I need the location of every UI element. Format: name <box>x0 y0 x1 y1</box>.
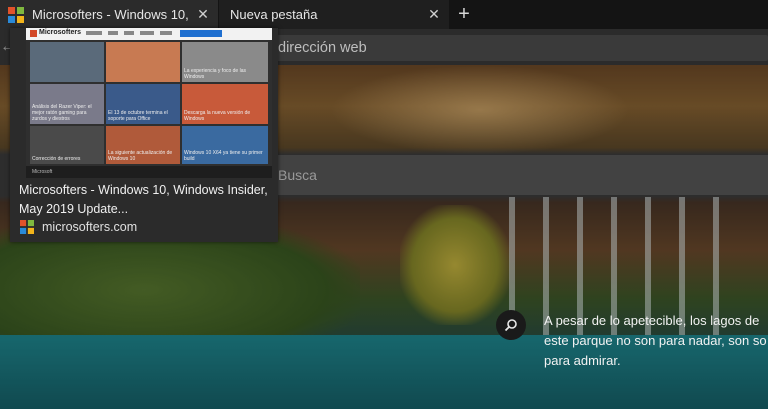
caption-line: para admirar. <box>544 353 621 368</box>
search-glyph <box>504 319 517 332</box>
thumb-logo-text: Microsofters <box>39 29 82 36</box>
thumb-card-text: Corrección de errores <box>32 156 81 162</box>
tab-nueva-pestana[interactable]: Nueva pestaña ✕ <box>219 0 449 29</box>
thumb-logo: Microsofters <box>30 29 81 38</box>
tab-preview-thumbnail: Microsofters La experiencia y foco de la… <box>26 28 272 178</box>
thumb-card-text: Descarga la nueva versión de Windows <box>184 110 251 122</box>
thumb-nav <box>160 31 172 35</box>
thumb-card: El 13 de octubre termina el soporte para… <box>106 84 180 124</box>
thumb-card-text: La siguiente actualización de Windows 10 <box>108 150 173 162</box>
caption-line: este parque no son para nadar, son so <box>544 333 767 348</box>
thumb-card-text: Windows 10 X64 ya tiene su primer build <box>184 150 263 162</box>
close-icon[interactable]: ✕ <box>423 4 445 26</box>
tab-strip: Microsofters - Windows 10, Windows Insid… <box>0 0 768 29</box>
preview-title: Microsofters - Windows 10, Windows Insid… <box>19 183 268 216</box>
tab-title: Nueva pestaña <box>230 7 318 22</box>
thumb-nav <box>140 31 154 35</box>
thumb-nav <box>108 31 118 35</box>
page-search-box[interactable]: Busca <box>278 155 768 195</box>
tab-title: Microsofters - Windows 10, Windows Insid… <box>32 7 192 22</box>
thumb-card: La siguiente actualización de Windows 10 <box>106 126 180 164</box>
thumb-card <box>106 42 180 82</box>
microsofters-favicon-icon <box>20 220 34 234</box>
microsofters-favicon-icon <box>8 6 24 23</box>
preview-domain: microsofters.com <box>42 220 138 234</box>
thumb-card: Windows 10 X64 ya tiene su primer build <box>182 126 268 164</box>
close-icon[interactable]: ✕ <box>192 4 214 26</box>
thumb-card-text: Análisis del Razer Viper: el mejor ratón… <box>32 104 92 122</box>
image-caption: A pesar de lo apetecible, los lagos de e… <box>544 311 768 371</box>
address-bar[interactable]: dirección web <box>258 35 768 61</box>
thumb-card: Análisis del Razer Viper: el mejor ratón… <box>30 84 104 124</box>
search-placeholder: Busca <box>278 167 317 183</box>
thumb-card: Descarga la nueva versión de Windows <box>182 84 268 124</box>
thumb-footer: Microsoft <box>26 166 272 178</box>
thumb-nav-button <box>180 30 222 37</box>
logo-icon <box>30 30 37 37</box>
tab-microsofters[interactable]: Microsofters - Windows 10, Windows Insid… <box>0 0 218 29</box>
thumb-header: Microsofters <box>26 28 272 40</box>
thumb-card-text: La experiencia y foco de las Windows <box>184 68 246 80</box>
thumb-card: La experiencia y foco de las Windows <box>182 42 268 82</box>
tab-preview-popup[interactable]: Microsofters La experiencia y foco de la… <box>10 28 278 242</box>
thumb-card: Corrección de errores <box>30 126 104 164</box>
thumb-card <box>30 42 104 82</box>
search-icon[interactable] <box>496 310 526 340</box>
thumb-nav <box>86 31 102 35</box>
address-placeholder: dirección web <box>278 40 367 56</box>
thumb-card-text: El 13 de octubre termina el soporte para… <box>108 110 168 122</box>
caption-line: A pesar de lo apetecible, los lagos de <box>544 313 760 328</box>
thumb-footer-text: Microsoft <box>32 169 53 175</box>
plus-icon[interactable]: + <box>452 3 476 25</box>
thumb-nav <box>124 31 134 35</box>
